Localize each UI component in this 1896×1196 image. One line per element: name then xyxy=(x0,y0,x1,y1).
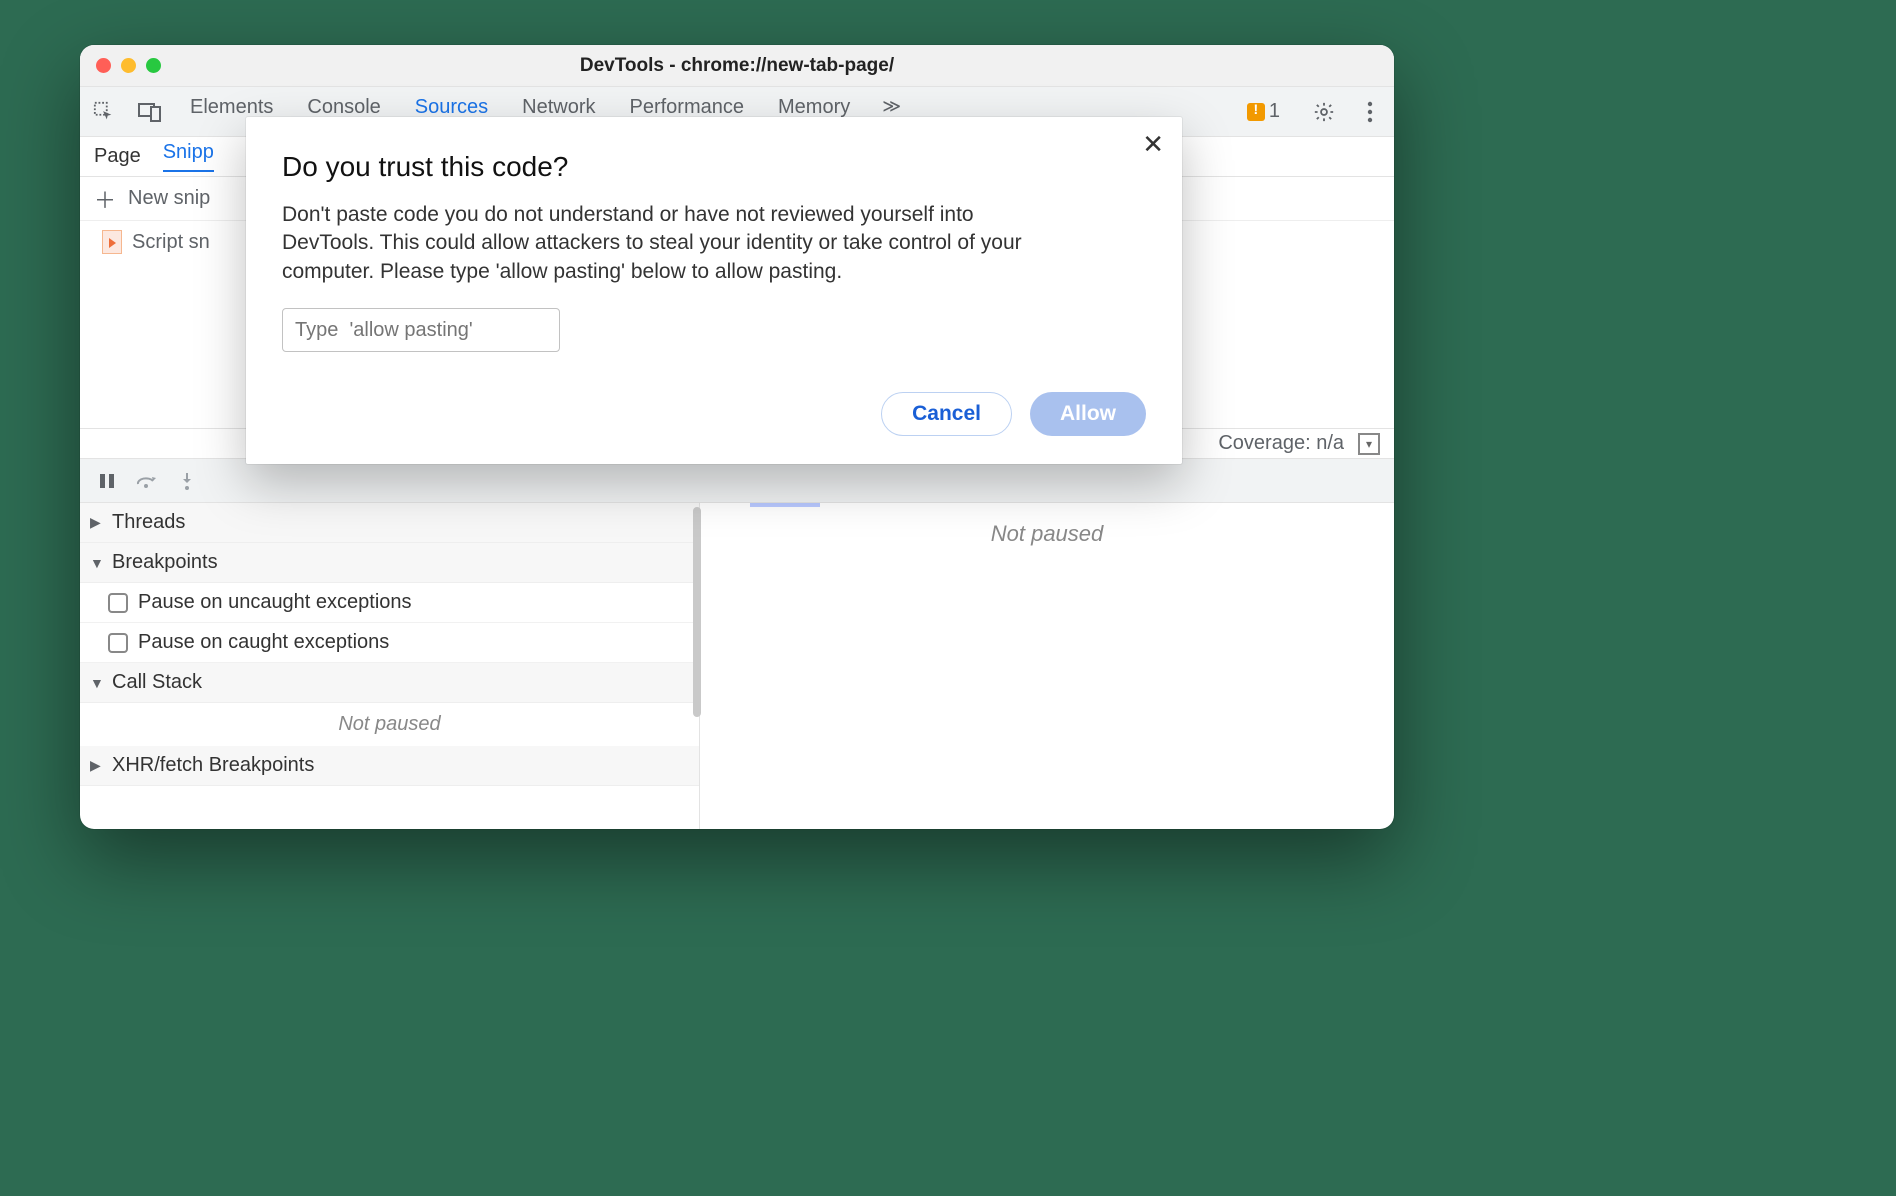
window-controls xyxy=(96,58,161,73)
dialog-close-icon[interactable]: ✕ xyxy=(1142,129,1164,160)
debugger-left-pane: ▶Threads ▼Breakpoints Pause on uncaught … xyxy=(80,503,700,829)
step-over-icon[interactable] xyxy=(134,471,160,491)
section-breakpoints[interactable]: ▼Breakpoints xyxy=(80,543,699,583)
dialog-body: Don't paste code you do not understand o… xyxy=(282,201,1042,286)
maximize-window-button[interactable] xyxy=(146,58,161,73)
dialog-title: Do you trust this code? xyxy=(282,151,1146,183)
warnings-badge[interactable]: 1 xyxy=(1247,100,1280,123)
coverage-toggle-icon[interactable] xyxy=(1358,433,1380,455)
coverage-label: Coverage: n/a xyxy=(1218,432,1344,455)
warning-count: 1 xyxy=(1269,100,1280,123)
scrollbar[interactable] xyxy=(693,507,701,717)
right-pane-status: Not paused xyxy=(991,521,1104,547)
checkbox-icon[interactable] xyxy=(108,633,128,653)
call-stack-not-paused: Not paused xyxy=(80,703,699,746)
close-window-button[interactable] xyxy=(96,58,111,73)
subtab-snippets[interactable]: Snipp xyxy=(163,141,214,172)
allow-button[interactable]: Allow xyxy=(1030,392,1146,436)
more-menu-icon[interactable] xyxy=(1356,98,1384,126)
titlebar: DevTools - chrome://new-tab-page/ xyxy=(80,45,1394,87)
step-into-icon[interactable] xyxy=(174,471,200,491)
minimize-window-button[interactable] xyxy=(121,58,136,73)
snippet-file-icon xyxy=(102,230,122,254)
debugger-right-pane: Not paused xyxy=(700,503,1394,829)
subtab-page[interactable]: Page xyxy=(94,145,141,168)
inspect-element-icon[interactable] xyxy=(90,98,118,126)
section-xhr-breakpoints[interactable]: ▶XHR/fetch Breakpoints xyxy=(80,746,699,786)
section-threads[interactable]: ▶Threads xyxy=(80,503,699,543)
settings-gear-icon[interactable] xyxy=(1310,98,1338,126)
trust-code-dialog: ✕ Do you trust this code? Don't paste co… xyxy=(246,117,1182,464)
debugger-split: ▶Threads ▼Breakpoints Pause on uncaught … xyxy=(80,503,1394,829)
snippet-item-label: Script sn xyxy=(132,231,210,254)
pause-resume-icon[interactable] xyxy=(94,471,120,491)
warning-icon xyxy=(1247,103,1265,121)
plus-icon[interactable]: ＋ xyxy=(94,183,116,215)
debugger-controls xyxy=(80,459,1394,503)
dialog-buttons: Cancel Allow xyxy=(282,392,1146,436)
section-call-stack[interactable]: ▼Call Stack xyxy=(80,663,699,703)
device-toolbar-icon[interactable] xyxy=(136,98,164,126)
cancel-button[interactable]: Cancel xyxy=(881,392,1012,436)
checkbox-icon[interactable] xyxy=(108,593,128,613)
allow-pasting-input[interactable] xyxy=(282,308,560,352)
devtools-window: DevTools - chrome://new-tab-page/ Elemen… xyxy=(80,45,1394,829)
new-snippet-button[interactable]: New snip xyxy=(128,187,210,210)
window-title: DevTools - chrome://new-tab-page/ xyxy=(80,55,1394,77)
pause-uncaught-row[interactable]: Pause on uncaught exceptions xyxy=(80,583,699,623)
pause-caught-row[interactable]: Pause on caught exceptions xyxy=(80,623,699,663)
